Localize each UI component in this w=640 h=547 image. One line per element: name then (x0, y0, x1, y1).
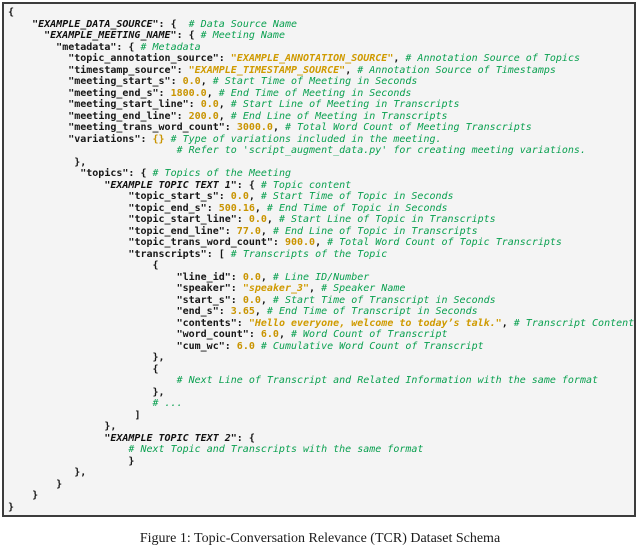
code-line: # Next Topic and Transcripts with the sa… (8, 444, 634, 456)
code-line: "topics": { # Topics of the Meeting (8, 168, 634, 180)
code-line: }, (8, 467, 634, 479)
code-line: } (8, 490, 634, 502)
code-line: ] (8, 410, 634, 422)
code-line: "meeting_start_s": 0.0, # Start Time of … (8, 76, 634, 88)
code-line: # Next Line of Transcript and Related In… (8, 375, 634, 387)
code-line: "cum_wc": 6.0 # Cumulative Word Count of… (8, 341, 634, 353)
code-line: "topic_annotation_source": "EXAMPLE_ANNO… (8, 53, 634, 65)
code-line: { (8, 260, 634, 272)
code-line: "topic_start_s": 0.0, # Start Time of To… (8, 191, 634, 203)
code-line: "start_s": 0.0, # Start Time of Transcri… (8, 295, 634, 307)
code-line: { (8, 364, 634, 376)
code-line: "EXAMPLE TOPIC TEXT 2": { (8, 433, 634, 445)
code-line: "topic_end_line": 77.0, # End Line of To… (8, 226, 634, 238)
code-line: "meeting_end_line": 200.0, # End Line of… (8, 111, 634, 123)
code-line: "metadata": { # Metadata (8, 42, 634, 54)
code-line: }, (8, 157, 634, 169)
code-line: }, (8, 387, 634, 399)
code-line: "contents": "Hello everyone, welcome to … (8, 318, 634, 330)
code-line: "variations": {} # Type of variations in… (8, 134, 634, 146)
code-line: "meeting_trans_word_count": 3000.0, # To… (8, 122, 634, 134)
code-listing-box: { "EXAMPLE_DATA_SOURCE": { # Data Source… (2, 2, 636, 517)
code-line: } (8, 502, 634, 514)
code-line: } (8, 456, 634, 468)
code-line: "word_count": 6.0, # Word Count of Trans… (8, 329, 634, 341)
code-line: "speaker": "speaker_3", # Speaker Name (8, 283, 634, 295)
code-line: "end_s": 3.65, # End Time of Transcript … (8, 306, 634, 318)
code-line: "meeting_start_line": 0.0, # Start Line … (8, 99, 634, 111)
code-line: } (8, 479, 634, 491)
code-line: "topic_trans_word_count": 900.0, # Total… (8, 237, 634, 249)
code-line: "meeting_end_s": 1800.0, # End Time of M… (8, 88, 634, 100)
code-line: "topic_end_s": 500.16, # End Time of Top… (8, 203, 634, 215)
code-line: "EXAMPLE_DATA_SOURCE": { # Data Source N… (8, 19, 634, 31)
code-line: "line_id": 0.0, # Line ID/Number (8, 272, 634, 284)
code-line: }, (8, 421, 634, 433)
code-line: { (8, 7, 634, 19)
code-line: }, (8, 352, 634, 364)
code-line: "timestamp_source": "EXAMPLE_TIMESTAMP_S… (8, 65, 634, 77)
code-line: "EXAMPLE TOPIC TEXT 1": { # Topic conten… (8, 180, 634, 192)
code-line: # Refer to 'script_augment_data.py' for … (8, 145, 634, 157)
code-line: # ... (8, 398, 634, 410)
json-schema-code: { "EXAMPLE_DATA_SOURCE": { # Data Source… (8, 7, 634, 513)
code-line: "topic_start_line": 0.0, # Start Line of… (8, 214, 634, 226)
code-line: "transcripts": [ # Transcripts of the To… (8, 249, 634, 261)
code-line: "EXAMPLE_MEETING_NAME": { # Meeting Name (8, 30, 634, 42)
